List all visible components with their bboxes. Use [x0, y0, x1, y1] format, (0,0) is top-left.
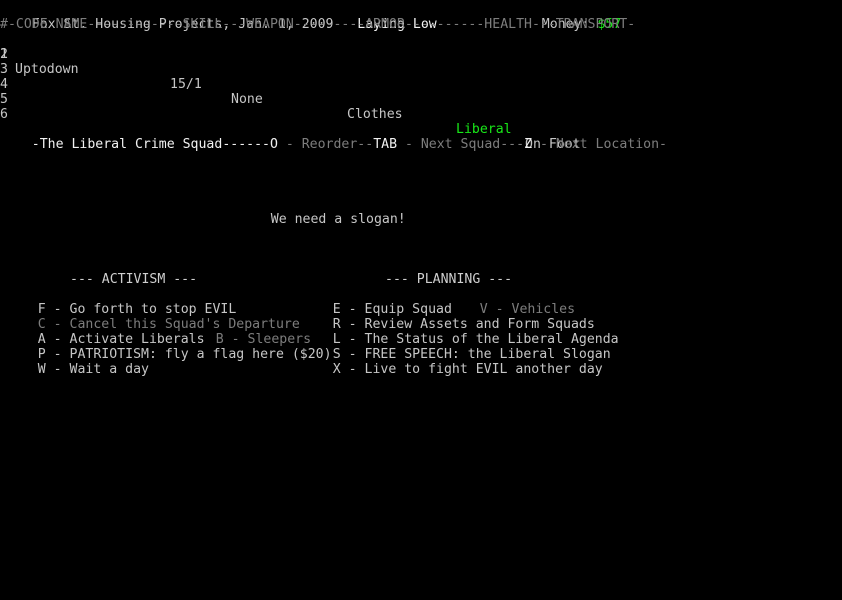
next-location-label[interactable]: - Next Location- [532, 137, 667, 152]
slogan-text: We need a slogan! [270, 212, 406, 227]
roster-armor: Clothes [347, 107, 403, 122]
slogan-line: We need a slogan! [239, 197, 406, 227]
menu-item-go-forth[interactable]: F - Go forth to stop EVIL [6, 287, 237, 317]
table-row[interactable]: 3 [0, 62, 8, 77]
squad-title: -The Liberal Crime Squad------ [31, 137, 270, 152]
menu-item-review-assets[interactable]: R - Review Assets and Form Squads [301, 302, 595, 332]
table-row[interactable]: 4 [0, 77, 8, 92]
menu-item-wait-a-day[interactable]: W - Wait a day [6, 347, 149, 377]
activism-menu-title: --- ACTIVISM --- [70, 272, 198, 287]
terminal-screen: Fox St. Housing Projects, Jan. 1, 2009 L… [0, 0, 842, 600]
next-squad-label[interactable]: - Next Squad--- [397, 137, 524, 152]
roster-index: 3 [0, 62, 8, 77]
menu-item-free-speech[interactable]: S - FREE SPEECH: the Liberal Slogan [301, 332, 611, 362]
menu-item-quit[interactable]: X - Live to fight EVIL another day [301, 347, 603, 377]
squad-nav-bar: -The Liberal Crime Squad------O - Reorde… [0, 122, 667, 152]
menu-label: Wait a day [69, 362, 149, 377]
menu-item-cancel-departure: C - Cancel this Squad's Departure [6, 302, 300, 332]
next-location-key[interactable]: Z [524, 137, 532, 152]
table-row[interactable]: 6 [0, 107, 8, 122]
menu-item-activate-liberals[interactable]: A - Activate Liberals [6, 317, 205, 347]
roster-index: 2 [0, 47, 8, 62]
table-row[interactable]: 1 Uptodown 15/1 None Clothes Liberal On … [0, 32, 581, 152]
status-bar: Fox St. Housing Projects, Jan. 1, 2009 L… [0, 2, 437, 32]
roster-index: 6 [0, 107, 8, 122]
menu-key: W [37, 362, 46, 377]
menu-item-patriotism[interactable]: P - PATRIOTISM: fly a flag here ($20) [6, 332, 332, 362]
menu-label: Live to fight EVIL another day [364, 362, 603, 377]
roster-index: 5 [0, 92, 8, 107]
reorder-key[interactable]: O [270, 137, 278, 152]
menu-sep: - [45, 362, 70, 377]
next-squad-key[interactable]: TAB [373, 137, 397, 152]
menu-item-equip-squad[interactable]: E - Equip Squad [301, 287, 452, 317]
menu-item-vehicles: V - Vehicles [448, 287, 575, 317]
menu-item-sleepers: B - Sleepers [184, 317, 311, 347]
planning-menu-title: --- PLANNING --- [385, 272, 513, 287]
roster-weapon: None [231, 92, 263, 107]
table-row[interactable]: 5 [0, 92, 8, 107]
money-display: Money: $57 [510, 2, 621, 32]
roster-name: Uptodown [15, 62, 79, 77]
menu-item-liberal-agenda[interactable]: L - The Status of the Liberal Agenda [301, 317, 619, 347]
roster-index: 4 [0, 77, 8, 92]
roster-column-header: #-CODE NAME------------SKILL---WEAPON---… [0, 17, 636, 32]
menu-sep: - [340, 362, 365, 377]
menu-key: X [332, 362, 341, 377]
roster-skill: 15/1 [170, 77, 202, 92]
table-row[interactable]: 2 [0, 47, 8, 62]
reorder-label[interactable]: - Reorder-- [278, 137, 373, 152]
